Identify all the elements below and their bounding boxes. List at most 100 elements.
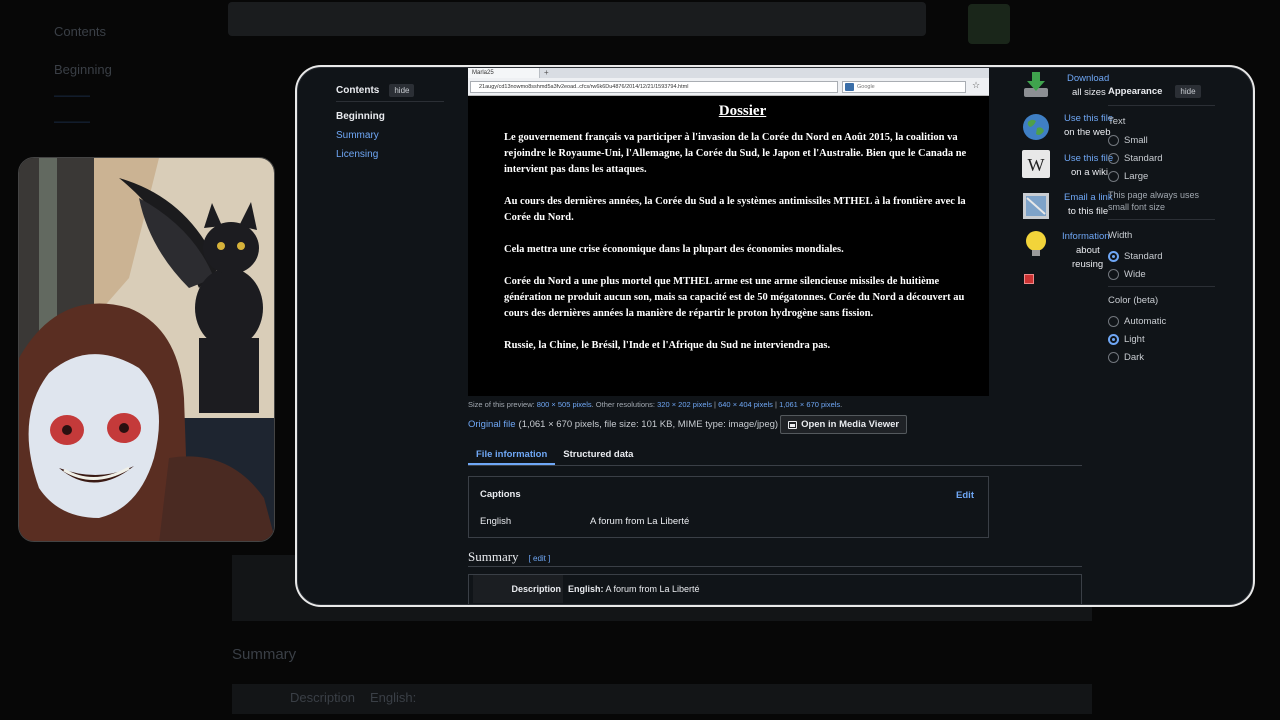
tab-structured-data[interactable]: Structured data (555, 444, 641, 465)
tab-file-information[interactable]: File information (468, 444, 556, 465)
image-search-placeholder: Google (857, 84, 875, 90)
image-paragraph: Corée du Nord a une plus mortel que MTHE… (504, 276, 965, 319)
information-sub-about: about (1076, 245, 1100, 256)
background-description-key: Description (290, 690, 356, 705)
preview-size-label: Size of this preview: (468, 400, 535, 409)
original-file-details: (1,061 × 670 pixels, file size: 101 KB, … (518, 419, 779, 430)
image-paragraph: Le gouvernement français va participer à… (504, 132, 967, 175)
download-label[interactable]: Download (1067, 73, 1109, 84)
image-bookmark-star-icon: ☆ (972, 80, 981, 90)
text-size-small[interactable]: Small (1108, 131, 1218, 149)
image-browser-tabs: Marla25 + (468, 68, 989, 78)
width-standard[interactable]: Standard (1108, 247, 1218, 265)
captions-edit-button[interactable]: Edit (956, 490, 974, 501)
resolution-separator: | (775, 400, 777, 409)
resolution-link-320[interactable]: 320 × 202 pixels (657, 400, 712, 409)
email-icon (1023, 193, 1049, 219)
resolution-link-640[interactable]: 640 × 404 pixels (718, 400, 773, 409)
summary-edit-link[interactable]: [ edit ] (529, 554, 551, 563)
radio-icon[interactable] (1108, 333, 1119, 345)
information-label[interactable]: Information (1062, 231, 1110, 242)
text-size-standard[interactable]: Standard (1108, 149, 1218, 167)
image-article-title: Dossier (718, 103, 767, 119)
radio-icon[interactable] (1108, 152, 1119, 164)
webcam-image (19, 158, 274, 541)
radio-label: Light (1124, 333, 1145, 345)
table-of-contents: Contents hide Beginning Summary Licensin… (336, 84, 446, 168)
background-download-icon (968, 4, 1010, 44)
image-search-field: Google (842, 81, 966, 93)
svg-text:W: W (1028, 155, 1045, 175)
toc-item-licensing[interactable]: Licensing (336, 149, 446, 160)
use-on-web-label[interactable]: Use this file (1064, 113, 1113, 124)
captions-box: Captions Edit English A forum from La Li… (468, 476, 989, 538)
radio-label: Dark (1124, 351, 1145, 363)
radio-label: Large (1124, 170, 1149, 182)
webcam-overlay (18, 157, 275, 542)
color-label: Color (beta) (1108, 295, 1159, 306)
open-media-viewer-button[interactable]: Open in Media Viewer (780, 415, 908, 434)
email-link-label[interactable]: Email a link (1064, 192, 1113, 203)
appearance-hide-button[interactable]: hide (1175, 84, 1201, 98)
summary-title: Summary (468, 549, 519, 564)
background-link: ——— (54, 114, 90, 128)
use-on-wiki-sub: on a wiki (1071, 167, 1108, 178)
background-url-bar (228, 2, 926, 36)
radio-icon[interactable] (1108, 250, 1119, 262)
width-label: Width (1108, 230, 1133, 241)
open-media-viewer-label: Open in Media Viewer (801, 419, 900, 430)
resolution-separator: | (714, 400, 716, 409)
appearance-divider (1108, 286, 1215, 287)
background-link: ——— (54, 88, 90, 102)
radio-icon[interactable] (1108, 170, 1119, 182)
appearance-title: Appearance (1108, 85, 1163, 97)
file-preview-image[interactable]: Marla25 + 21augy/cd13nowmo8sshmd5a3fv2eo… (468, 68, 989, 396)
radio-label: Small (1124, 134, 1148, 146)
toc-title: Contents (336, 85, 380, 96)
text-size-large[interactable]: Large (1108, 167, 1218, 185)
preview-size-line: Size of this preview: 800 × 505 pixels. … (468, 400, 842, 409)
appearance-divider (1108, 105, 1215, 106)
description-value: English: A forum from La Liberté (568, 584, 700, 594)
file-tabs: File information Structured data (468, 444, 1082, 466)
use-on-wiki-label[interactable]: Use this file (1064, 153, 1113, 164)
radio-icon[interactable] (1108, 351, 1119, 363)
color-light[interactable]: Light (1108, 330, 1218, 348)
image-address-bar: 21augy/cd13nowmo8sshmd5a3fv2eoad..cfcs/r… (468, 78, 989, 96)
image-paragraph: Cela mettra une crise économique dans la… (504, 244, 844, 255)
resolution-link-1061[interactable]: 1,061 × 670 pixels (779, 400, 840, 409)
radio-icon[interactable] (1108, 268, 1119, 280)
toc-hide-button[interactable]: hide (389, 84, 415, 97)
background-toc-title: Contents (54, 24, 107, 39)
radio-icon[interactable] (1108, 315, 1119, 327)
caption-language: English (480, 516, 512, 527)
original-file-link[interactable]: Original file (468, 419, 516, 430)
other-resolutions-label: . Other resolutions: (591, 400, 656, 409)
toc-item-summary[interactable]: Summary (336, 130, 446, 141)
color-automatic[interactable]: Automatic (1108, 312, 1218, 330)
image-icon (788, 420, 798, 429)
toc-item-beginning[interactable]: Beginning (336, 111, 446, 122)
caption-value: A forum from La Liberté (590, 516, 690, 527)
resolution-end: . (840, 400, 843, 409)
broken-image-icon (1024, 274, 1034, 284)
lightbulb-icon (1026, 231, 1046, 256)
background-toc-item: Beginning (54, 62, 112, 77)
summary-heading: Summary [ edit ] (468, 549, 550, 565)
description-text: A forum from La Liberté (605, 584, 700, 594)
color-dark[interactable]: Dark (1108, 348, 1218, 366)
preview-current-size-link[interactable]: 800 × 505 pixels (537, 400, 592, 409)
appearance-divider (1108, 219, 1215, 220)
original-file-line: Original file (1,061 × 670 pixels, file … (468, 415, 908, 434)
image-paragraph: Russie, la Chine, le Brésil, l'Inde et l… (504, 340, 831, 351)
background-summary-heading: Summary (232, 646, 297, 663)
email-link-sub: to this file (1068, 206, 1109, 217)
use-on-web-sub: on the web (1064, 127, 1111, 138)
information-sub-reusing: reusing (1072, 259, 1104, 270)
radio-icon[interactable] (1108, 134, 1119, 146)
wikipedia-icon: W (1022, 150, 1050, 178)
globe-icon (1023, 114, 1049, 140)
width-wide[interactable]: Wide (1108, 265, 1218, 283)
radio-label: Wide (1124, 268, 1146, 280)
download-icon (1024, 72, 1048, 97)
